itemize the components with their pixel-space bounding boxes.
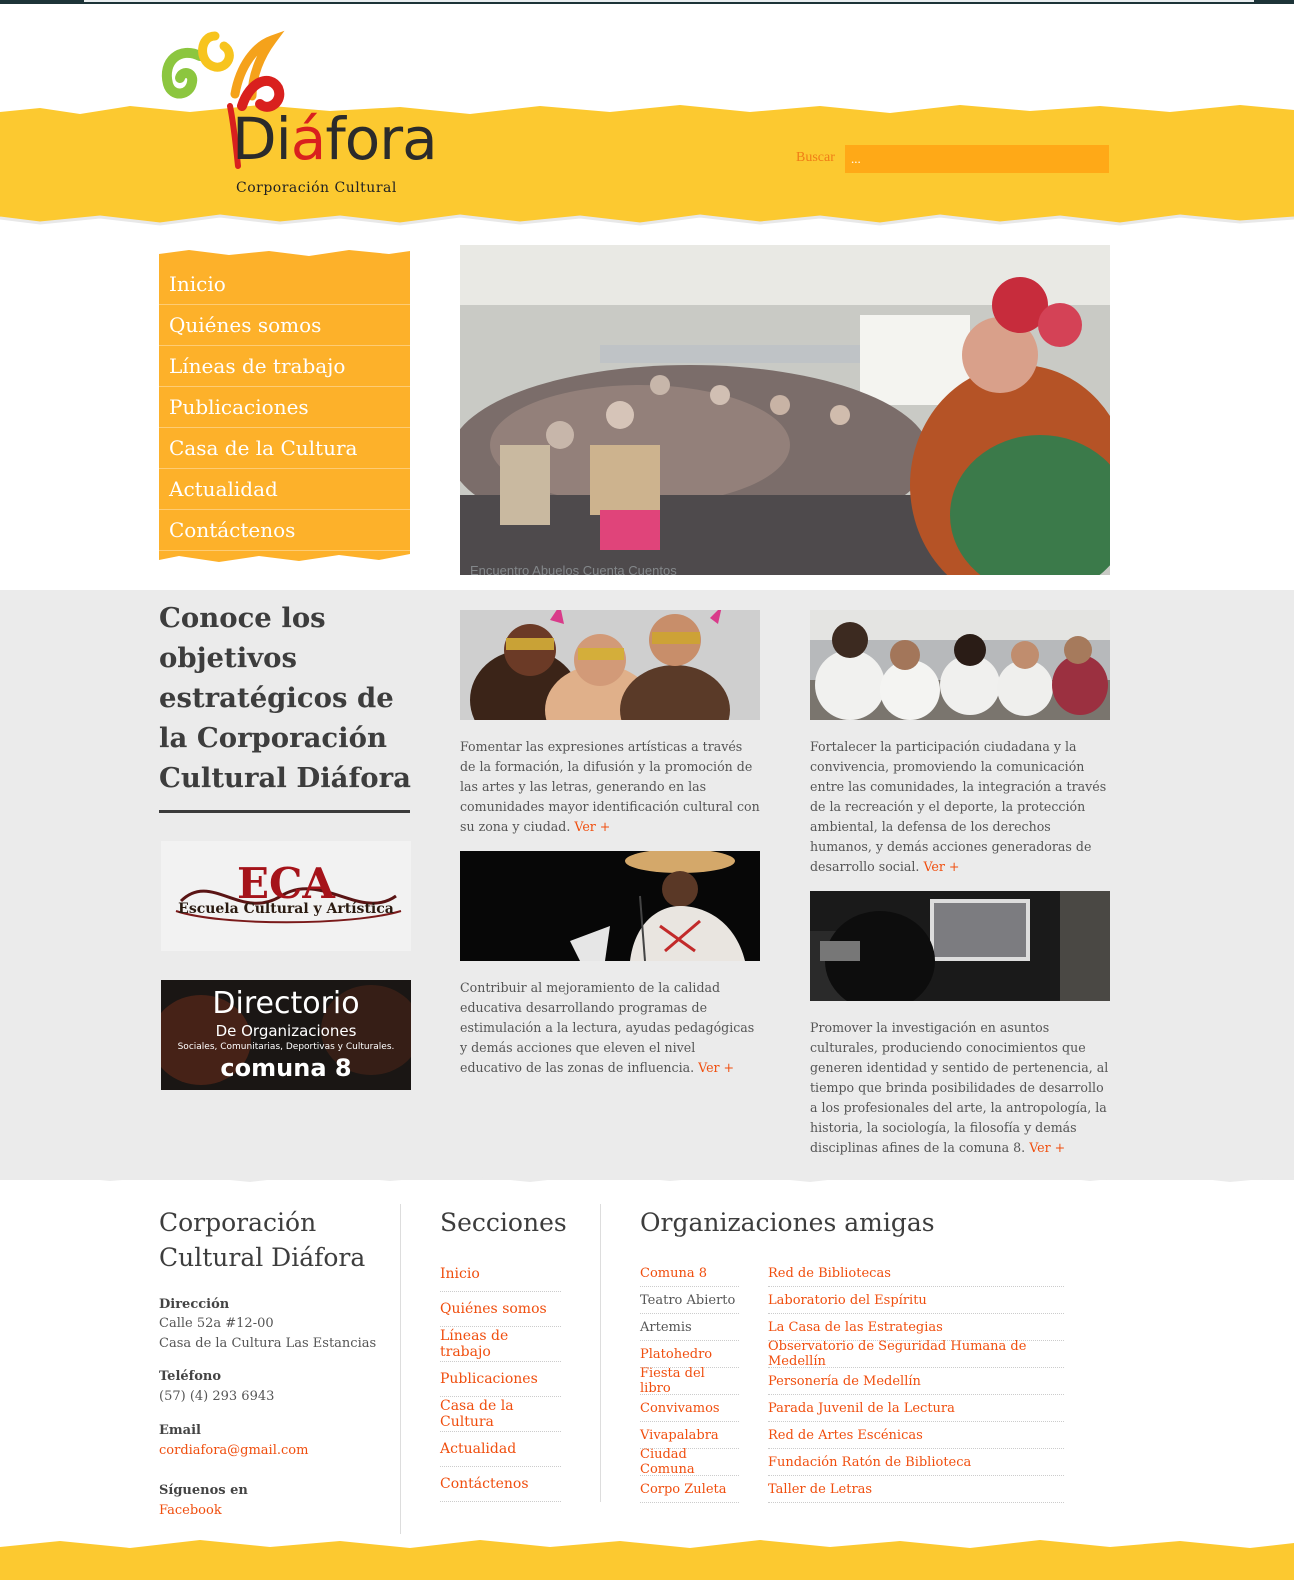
friend-org-fundacion-raton-de-biblioteca[interactable]: Fundación Ratón de Biblioteca (768, 1449, 1064, 1476)
friend-org-corpo-zuleta[interactable]: Corpo Zuleta (640, 1476, 739, 1503)
friend-org-comuna-8[interactable]: Comuna 8 (640, 1260, 739, 1287)
search-input[interactable] (845, 145, 1109, 173)
friends-list-col2: Red de Bibliotecas Laboratorio del Espíri… (768, 1260, 1064, 1503)
top-strip-inner (84, 0, 1254, 2)
hero-slideshow-image[interactable] (460, 245, 1110, 575)
nav-item-contactenos[interactable]: Contáctenos (159, 510, 410, 551)
search-label: Buscar (796, 150, 835, 165)
footer-link-actualidad[interactable]: Actualidad (440, 1432, 561, 1467)
bottom-band (0, 1535, 1294, 1580)
facebook-link[interactable]: Facebook (159, 1501, 222, 1521)
friend-org-observatorio-de-seguridad-humana-de-medellin[interactable]: Observatorio de Seguridad Humana de Mede… (768, 1339, 1064, 1369)
friends-list-col1: Comuna 8 Teatro Abierto Artemis Platohedro F… (640, 1260, 739, 1503)
friend-org-la-casa-de-las-estrategias[interactable]: La Casa de las Estrategias (768, 1314, 1064, 1341)
friend-org-ciudad-comuna[interactable]: Ciudad Comuna (640, 1447, 739, 1477)
footer-link-publicaciones[interactable]: Publicaciones (440, 1362, 561, 1397)
footer-link-contactenos[interactable]: Contáctenos (440, 1467, 561, 1502)
friend-org-fiesta-del-libro[interactable]: Fiesta del libro (640, 1366, 739, 1396)
logo-name-suffix: fora (325, 105, 437, 173)
phone-value: (57) (4) 293 6943 (159, 1389, 275, 1404)
social-label: Síguenos en (159, 1483, 248, 1498)
footer-sections-list: Inicio Quiénes somos Líneas de trabajo P… (440, 1257, 561, 1502)
friend-org-artemis: Artemis (640, 1314, 739, 1341)
objective-text-research: Promover la investigación en asuntos cul… (810, 1018, 1110, 1158)
email-link[interactable]: cordiafora@gmail.com (159, 1441, 308, 1461)
footer-friends-title: Organizaciones amigas (640, 1208, 935, 1237)
objective-text-arts: Fomentar las expresiones artísticas a tr… (460, 737, 760, 837)
logo-name-accent: á (290, 105, 327, 173)
objective-text-education: Contribuir al mejoramiento de la calidad… (460, 978, 760, 1078)
friend-org-red-de-bibliotecas[interactable]: Red de Bibliotecas (768, 1260, 1064, 1287)
objective-text-research-body: Promover la investigación en asuntos cul… (810, 1020, 1109, 1155)
nav-list: Inicio Quiénes somos Líneas de trabajo P… (159, 264, 410, 551)
friend-org-platohedro[interactable]: Platohedro (640, 1341, 739, 1368)
ver-mas-link-education[interactable]: Ver + (698, 1060, 734, 1075)
footer-divider-2 (600, 1204, 601, 1502)
objectives-heading: Conoce los objetivos estratégicos de la … (159, 602, 411, 794)
directorio-subtitle: De Organizaciones (215, 1022, 357, 1040)
address-label: Dirección (159, 1297, 230, 1312)
footer-link-lineas-de-trabajo[interactable]: Líneas de trabajo (440, 1327, 561, 1362)
nav-item-actualidad[interactable]: Actualidad (159, 469, 410, 510)
nav-item-quienes-somos[interactable]: Quiénes somos (159, 305, 410, 346)
objective-image-arts[interactable] (460, 610, 760, 720)
footer-link-inicio[interactable]: Inicio (440, 1257, 561, 1292)
objective-text-participation: Fortalecer la participación ciudadana y … (810, 737, 1110, 877)
footer-link-quienes-somos[interactable]: Quiénes somos (440, 1292, 561, 1327)
footer-sections-title: Secciones (440, 1208, 567, 1237)
nav-item-casa-de-la-cultura[interactable]: Casa de la Cultura (159, 428, 410, 469)
objective-image-education[interactable] (460, 851, 760, 961)
objective-image-research[interactable] (810, 891, 1110, 1001)
logo-name: Diáfora (232, 110, 438, 168)
directorio-title: Directorio (212, 986, 360, 1021)
hero-caption: Encuentro Abuelos Cuenta Cuentos (470, 563, 677, 578)
email-label: Email (159, 1423, 201, 1438)
ver-mas-link-research[interactable]: Ver + (1029, 1140, 1065, 1155)
directorio-comuna: comuna 8 (220, 1054, 352, 1082)
ver-mas-link-arts[interactable]: Ver + (574, 819, 610, 834)
directorio-banner[interactable]: Directorio De Organizaciones Sociales, C… (161, 980, 411, 1090)
friend-org-teatro-abierto: Teatro Abierto (640, 1287, 739, 1314)
friend-org-vivapalabra[interactable]: Vivapalabra (640, 1422, 739, 1449)
main-nav: Inicio Quiénes somos Líneas de trabajo P… (159, 248, 410, 566)
friend-org-convivamos[interactable]: Convivamos (640, 1395, 739, 1422)
eca-subtitle: Escuela Cultural y Artística (178, 901, 394, 917)
phone-label: Teléfono (159, 1369, 222, 1384)
logo-name-prefix: Di (232, 105, 292, 173)
nav-item-lineas-de-trabajo[interactable]: Líneas de trabajo (159, 346, 410, 387)
ver-mas-link-participation[interactable]: Ver + (923, 859, 959, 874)
friend-org-parada-juvenil-de-la-lectura[interactable]: Parada Juvenil de la Lectura (768, 1395, 1064, 1422)
friend-org-laboratorio-del-espiritu[interactable]: Laboratorio del Espíritu (768, 1287, 1064, 1314)
gray-section-torn-edge (0, 1162, 1294, 1182)
footer-org-title: Corporación Cultural Diáfora (159, 1208, 366, 1272)
eca-banner[interactable]: ECA Escuela Cultural y Artística (161, 841, 411, 951)
friend-org-taller-de-letras[interactable]: Taller de Letras (768, 1476, 1064, 1503)
nav-item-inicio[interactable]: Inicio (159, 264, 410, 305)
objective-image-participation[interactable] (810, 610, 1110, 720)
heading-rule (159, 810, 410, 813)
friend-org-red-de-artes-escenicas[interactable]: Red de Artes Escénicas (768, 1422, 1064, 1449)
logo-subtitle: Corporación Cultural (236, 180, 397, 196)
friend-org-personeria-de-medellin[interactable]: Personería de Medellín (768, 1368, 1064, 1395)
directorio-tagline: Sociales, Comunitarias, Deportivas y Cul… (177, 1042, 395, 1052)
footer-link-casa-de-la-cultura[interactable]: Casa de la Cultura (440, 1397, 561, 1432)
nav-item-publicaciones[interactable]: Publicaciones (159, 387, 410, 428)
address-line-1: Calle 52a #12-00 (159, 1316, 274, 1331)
objective-text-participation-body: Fortalecer la participación ciudadana y … (810, 739, 1107, 874)
footer-divider-1 (400, 1204, 401, 1534)
top-strip (0, 0, 1294, 4)
address-line-2: Casa de la Cultura Las Estancias (159, 1336, 377, 1351)
